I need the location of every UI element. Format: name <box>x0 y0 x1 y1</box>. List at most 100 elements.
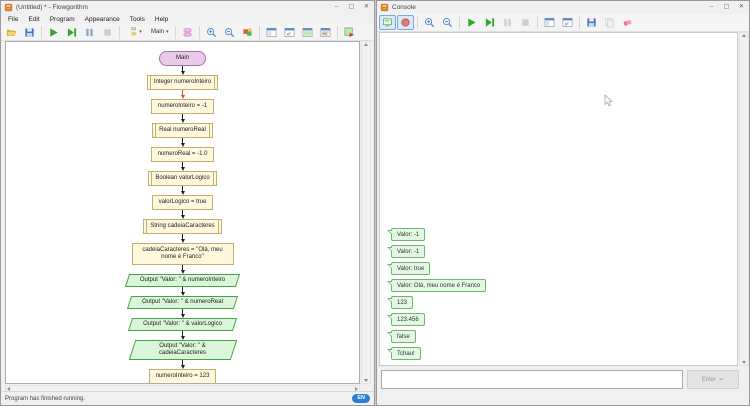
node-label: Output "Valor: " & numeroReal <box>142 299 223 305</box>
scroll-down-icon[interactable] <box>364 379 368 382</box>
copy-button[interactable] <box>601 15 618 30</box>
export-code-button[interactable] <box>341 25 358 40</box>
zoom-out-icon <box>224 27 234 37</box>
flow-arrow[interactable] <box>180 162 185 171</box>
zoom-out-button[interactable] <box>221 25 238 40</box>
node-label: Output "Valor: " & valorLogico <box>143 321 222 327</box>
clear-console-button[interactable] <box>619 15 636 30</box>
window-title: Console <box>392 4 416 11</box>
run-button[interactable] <box>45 25 62 40</box>
flowgorithm-window-button[interactable] <box>541 15 558 30</box>
menu-item-file[interactable]: File <box>3 16 23 23</box>
zoom-in-button[interactable] <box>203 25 220 40</box>
flowchart-canvas[interactable]: Main Integer numeroInteiro numeroInteiro =… <box>5 41 360 384</box>
shapes-icon <box>183 27 191 36</box>
record-toggle[interactable] <box>397 15 414 30</box>
flowchart-node-declare[interactable]: Integer numeroInteiro <box>146 75 219 90</box>
stop-button[interactable] <box>99 25 116 40</box>
zoom-in-button[interactable] <box>421 15 438 30</box>
step-button[interactable] <box>481 15 498 30</box>
pause-button[interactable] <box>499 15 516 30</box>
variables-window-icon: x² <box>562 18 573 27</box>
close-icon[interactable]: ✕ <box>734 1 749 14</box>
enter-arrow-icon: ↵ <box>719 377 725 383</box>
enter-button[interactable]: Enter ↵ <box>687 370 739 389</box>
flow-arrow[interactable] <box>180 234 185 243</box>
menu-item-program[interactable]: Program <box>45 16 80 23</box>
flowchart-node-declare[interactable]: String cadeiaCaracteres <box>143 219 222 234</box>
stop-icon <box>522 19 529 26</box>
flowchart-node-assign[interactable]: numeroInteiro = 123 <box>148 369 217 383</box>
flow-arrow[interactable] <box>180 114 185 123</box>
variables-window-button[interactable]: x² <box>559 15 576 30</box>
console-titlebar[interactable]: Console – ▢ ✕ <box>377 1 749 14</box>
flow-arrow[interactable] <box>180 331 185 340</box>
flow-arrow[interactable] <box>180 210 185 219</box>
flowchart-node-output[interactable]: Output "Valor: " & numeroReal <box>129 296 236 309</box>
scroll-down-icon[interactable] <box>742 361 746 364</box>
zoom-out-icon <box>443 18 453 28</box>
flow-arrow[interactable] <box>180 90 185 99</box>
pause-button[interactable] <box>81 25 98 40</box>
flowgorithm-window-icon <box>544 18 555 27</box>
minimize-icon[interactable]: – <box>329 1 344 14</box>
node-label: numeroInteiro = 123 <box>155 373 210 379</box>
console-window-button[interactable] <box>299 25 316 40</box>
flow-arrow[interactable] <box>180 265 185 274</box>
run-button[interactable] <box>463 15 480 30</box>
flow-arrow[interactable] <box>180 360 185 369</box>
flowchart-node-output[interactable]: Output "Valor: " & valorLogico <box>130 318 235 331</box>
flowchart-node-declare[interactable]: Boolean valorLogico <box>148 171 217 186</box>
flow-arrow[interactable] <box>180 138 185 147</box>
pause-icon <box>504 18 511 27</box>
node-label: Output "Valor: " & cadeiaCaracteres <box>158 343 207 356</box>
flowchart-node-assign[interactable]: cadeiaCaracteres = "Olá, meu nome é Fran… <box>131 243 234 265</box>
console-window: Console – ▢ ✕ x² Valor: -1 Valor: -1 Valor… <box>376 0 750 406</box>
flowchart-node-terminal[interactable]: Main <box>158 51 206 66</box>
flowchart-node-declare[interactable]: Real numeroReal <box>152 123 213 138</box>
open-button[interactable] <box>3 25 20 40</box>
scroll-up-icon[interactable] <box>742 34 746 37</box>
layout-dropdown[interactable]: ▾ <box>123 25 147 40</box>
maximize-icon[interactable]: ▢ <box>719 1 734 14</box>
svg-text:x²: x² <box>565 21 569 26</box>
console-vertical-scrollbar[interactable] <box>739 32 749 366</box>
flowchart-node-assign[interactable]: valorLogico = true <box>151 195 214 210</box>
minimize-icon[interactable]: – <box>704 1 719 14</box>
maximize-icon[interactable]: ▢ <box>344 1 359 14</box>
flowchart-node-assign[interactable]: numeroInteiro = -1 <box>150 99 215 114</box>
flow-arrow[interactable] <box>180 287 185 296</box>
menu-item-appearance[interactable]: Appearance <box>80 16 125 23</box>
save-button[interactable] <box>21 25 38 40</box>
show-output-toggle[interactable] <box>379 15 396 30</box>
canvas-vertical-scrollbar[interactable] <box>361 41 371 384</box>
flow-arrow[interactable] <box>180 309 185 318</box>
chart-colors-button[interactable] <box>239 25 256 40</box>
step-button[interactable] <box>63 25 80 40</box>
flowchart-node-assign[interactable]: numeroReal = -1.0 <box>150 147 215 162</box>
variables-window-button[interactable]: x² <box>281 25 298 40</box>
console-input[interactable] <box>381 370 683 389</box>
flowchart-node-output[interactable]: Output "Valor: " & numeroInteiro <box>127 274 238 287</box>
language-badge[interactable]: EN <box>352 394 370 403</box>
menu-item-edit[interactable]: Edit <box>23 16 44 23</box>
console-output[interactable]: Valor: -1 Valor: -1 Valor: true Valor: Olá,… <box>379 32 738 366</box>
flow-arrow[interactable] <box>180 186 185 195</box>
flow-arrow[interactable] <box>180 66 185 75</box>
function-selector[interactable]: Main ▾ <box>148 25 172 40</box>
scroll-up-icon[interactable] <box>364 43 368 46</box>
copy-icon <box>605 18 614 28</box>
flowchart-node-output[interactable]: Output "Valor: " & cadeiaCaracteres <box>132 340 234 360</box>
source-viewer-button[interactable] <box>317 25 334 40</box>
save-output-button[interactable] <box>583 15 600 30</box>
menu-item-tools[interactable]: Tools <box>125 16 150 23</box>
tile-windows-button[interactable] <box>263 25 280 40</box>
flowgorithm-titlebar[interactable]: (Untitled) * - Flowgorithm – ▢ ✕ <box>1 1 374 14</box>
shapes-button[interactable] <box>179 25 196 40</box>
toolbar-separator <box>119 25 120 39</box>
stop-button[interactable] <box>517 15 534 30</box>
menu-item-help[interactable]: Help <box>150 16 173 23</box>
close-icon[interactable]: ✕ <box>359 1 374 14</box>
node-label: valorLogico = true <box>158 199 207 205</box>
zoom-out-button[interactable] <box>439 15 456 30</box>
